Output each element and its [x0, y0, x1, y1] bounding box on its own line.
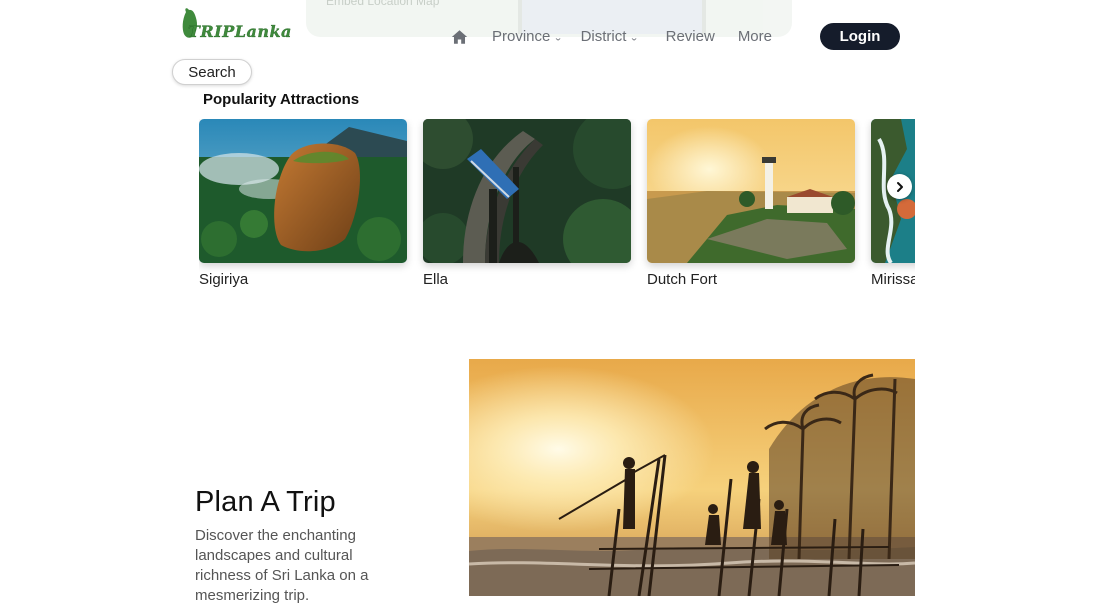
attraction-name: Dutch Fort — [647, 271, 718, 288]
chevron-right-icon — [896, 181, 903, 192]
carousel-next-button[interactable] — [887, 174, 912, 199]
nav-province-dropdown[interactable]: Province ⌄ — [492, 28, 563, 45]
main-nav: Province ⌄ District ⌄ Review More — [451, 28, 772, 45]
plan-trip-title: Plan A Trip — [195, 486, 336, 518]
plan-trip-description: Discover the enchanting landscapes and c… — [195, 527, 369, 604]
attraction-card-ella[interactable]: Ella — [423, 119, 631, 288]
login-button[interactable]: Login — [820, 23, 900, 50]
nav-more-label: More — [737, 28, 772, 45]
home-icon[interactable] — [451, 29, 468, 45]
section-title-popular-attractions: Popularity Attractions — [203, 91, 360, 108]
plan-trip-image — [469, 359, 915, 596]
search-button[interactable]: Search — [172, 59, 252, 85]
attractions-carousel: Sigiriya Ella Dutch Fort Mirissa — [199, 119, 915, 299]
chevron-down-icon: ⌄ — [629, 33, 639, 43]
logo-text: TRIPLanka — [188, 22, 292, 41]
attraction-name: Ella — [423, 271, 449, 288]
nav-review-link[interactable]: Review — [666, 28, 715, 45]
attraction-card-mirissa[interactable]: Mirissa — [871, 119, 915, 288]
attraction-name: Mirissa — [871, 271, 915, 288]
nav-district-dropdown[interactable]: District ⌄ — [581, 28, 639, 45]
attraction-card-dutch-fort[interactable]: Dutch Fort — [647, 119, 855, 288]
attraction-image-ella — [423, 119, 631, 263]
attraction-image-dutch-fort — [647, 119, 855, 263]
nav-review-label: Review — [665, 28, 715, 45]
attraction-card-sigiriya[interactable]: Sigiriya — [199, 119, 407, 288]
nav-province-label: Province — [492, 28, 551, 45]
nav-district-label: District — [580, 28, 627, 45]
chevron-down-icon: ⌄ — [553, 33, 563, 43]
embed-map-label: Embed Location Map — [326, 0, 440, 8]
attraction-image-sigiriya — [199, 119, 407, 263]
nav-more-link[interactable]: More — [738, 28, 772, 45]
attraction-name: Sigiriya — [199, 271, 249, 288]
